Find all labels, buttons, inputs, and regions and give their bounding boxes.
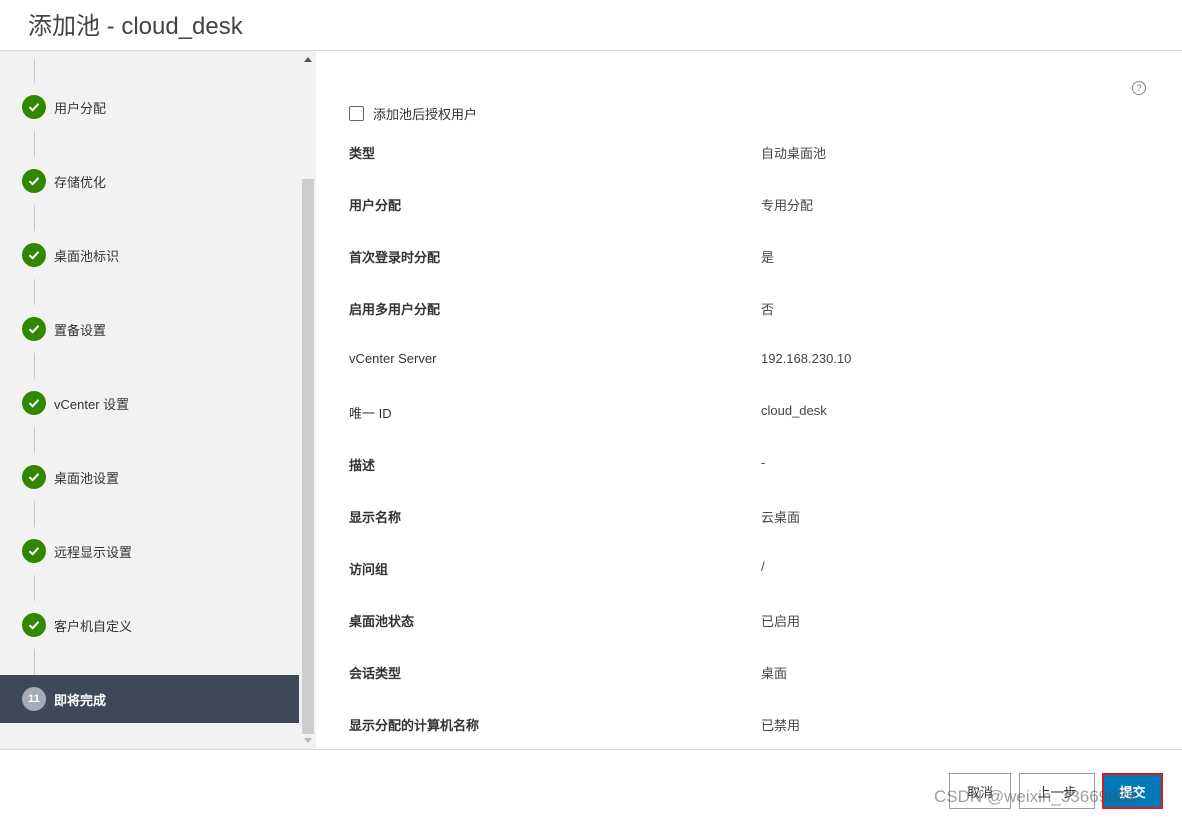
step-ready-to-complete[interactable]: 11 即将完成 bbox=[0, 675, 299, 723]
detail-key: 显示名称 bbox=[349, 510, 402, 525]
detail-key: 唯一 ID bbox=[349, 406, 392, 421]
step-connector bbox=[34, 353, 35, 379]
wizard-steps-sidebar: 用户分配 存储优化 桌面池标识 置备设置 vCenter 设置 桌面池设置 远程… bbox=[0, 51, 316, 749]
detail-key: 类型 bbox=[349, 146, 376, 161]
entitle-users-option[interactable]: 添加池后授权用户 bbox=[349, 104, 477, 123]
scroll-up-arrow-icon[interactable] bbox=[304, 57, 312, 62]
step-vcenter-settings[interactable]: vCenter 设置 bbox=[0, 379, 299, 427]
step-label: vCenter 设置 bbox=[54, 396, 130, 412]
detail-key: 启用多用户分配 bbox=[349, 302, 441, 317]
detail-value: 否 bbox=[761, 302, 775, 317]
check-icon bbox=[22, 613, 46, 637]
step-label: 桌面池设置 bbox=[54, 470, 120, 486]
summary-panel: ? 添加池后授权用户 类型 自动桌面池 用户分配 专用分配 首次登录时分配 是 … bbox=[317, 51, 1182, 749]
detail-key: 会话类型 bbox=[349, 666, 402, 681]
step-connector bbox=[34, 575, 35, 601]
step-label: 存储优化 bbox=[54, 174, 107, 190]
detail-row: 访问组 / bbox=[349, 559, 1149, 579]
detail-key: 用户分配 bbox=[349, 198, 402, 213]
step-connector bbox=[34, 427, 35, 453]
step-connector bbox=[34, 205, 35, 231]
detail-row: 描述 - bbox=[349, 455, 1149, 475]
detail-row: 首次登录时分配 是 bbox=[349, 247, 1149, 267]
detail-row: 桌面池状态 已启用 bbox=[349, 611, 1149, 631]
step-user-assignment[interactable]: 用户分配 bbox=[0, 83, 299, 131]
step-storage-optimization[interactable]: 存储优化 bbox=[0, 157, 299, 205]
entitle-users-label[interactable]: 添加池后授权用户 bbox=[373, 104, 477, 123]
detail-key: 描述 bbox=[349, 458, 376, 473]
check-icon bbox=[22, 391, 46, 415]
detail-value: 已启用 bbox=[761, 614, 801, 629]
scroll-down-arrow-icon[interactable] bbox=[304, 738, 312, 743]
step-label: 远程显示设置 bbox=[54, 544, 133, 560]
detail-row: 类型 自动桌面池 bbox=[349, 143, 1149, 163]
step-provisioning-settings[interactable]: 置备设置 bbox=[0, 305, 299, 353]
detail-row: 会话类型 桌面 bbox=[349, 663, 1149, 683]
detail-value: 云桌面 bbox=[761, 510, 801, 525]
detail-value: 桌面 bbox=[761, 666, 788, 681]
step-connector bbox=[34, 501, 35, 527]
check-icon bbox=[22, 465, 46, 489]
step-label: 置备设置 bbox=[54, 322, 107, 338]
step-label: 桌面池标识 bbox=[54, 248, 120, 264]
check-icon bbox=[22, 243, 46, 267]
step-remote-display-settings[interactable]: 远程显示设置 bbox=[0, 527, 299, 575]
step-pool-settings[interactable]: 桌面池设置 bbox=[0, 453, 299, 501]
check-icon bbox=[22, 317, 46, 341]
detail-row: 用户分配 专用分配 bbox=[349, 195, 1149, 215]
detail-key: vCenter Server bbox=[349, 351, 437, 366]
detail-value: 是 bbox=[761, 250, 775, 265]
step-label: 即将完成 bbox=[54, 692, 107, 708]
detail-value: - bbox=[761, 455, 766, 470]
step-connector bbox=[34, 131, 35, 157]
check-icon bbox=[22, 169, 46, 193]
detail-row: 显示名称 云桌面 bbox=[349, 507, 1149, 527]
detail-value: 自动桌面池 bbox=[761, 146, 827, 161]
check-icon bbox=[22, 95, 46, 119]
step-label: 客户机自定义 bbox=[54, 618, 133, 634]
step-connector bbox=[34, 279, 35, 305]
detail-value: 专用分配 bbox=[761, 198, 814, 213]
detail-row: 显示分配的计算机名称 已禁用 bbox=[349, 715, 1149, 735]
detail-value: cloud_desk bbox=[761, 403, 827, 418]
detail-row: 启用多用户分配 否 bbox=[349, 299, 1149, 319]
step-pool-identification[interactable]: 桌面池标识 bbox=[0, 231, 299, 279]
step-connector bbox=[34, 59, 35, 83]
detail-value: 已禁用 bbox=[761, 718, 801, 733]
page-title: 添加池 - cloud_desk bbox=[28, 13, 243, 40]
scrollbar-thumb[interactable] bbox=[302, 179, 314, 734]
sidebar-scrollbar[interactable] bbox=[301, 51, 315, 749]
detail-row: 唯一 ID cloud_desk bbox=[349, 403, 1149, 423]
detail-key: 桌面池状态 bbox=[349, 614, 415, 629]
detail-row: vCenter Server 192.168.230.10 bbox=[349, 351, 1149, 371]
check-icon bbox=[22, 539, 46, 563]
wizard-frame: 用户分配 存储优化 桌面池标识 置备设置 vCenter 设置 桌面池设置 远程… bbox=[0, 50, 1182, 750]
detail-key: 访问组 bbox=[349, 562, 389, 577]
step-number-badge: 11 bbox=[22, 687, 46, 711]
detail-value: / bbox=[761, 559, 765, 574]
detail-key: 显示分配的计算机名称 bbox=[349, 718, 480, 733]
step-guest-customization[interactable]: 客户机自定义 bbox=[0, 601, 299, 649]
entitle-users-checkbox[interactable] bbox=[349, 106, 364, 121]
help-icon[interactable]: ? bbox=[1132, 81, 1146, 95]
step-connector bbox=[34, 649, 35, 675]
detail-key: 首次登录时分配 bbox=[349, 250, 441, 265]
detail-value: 192.168.230.10 bbox=[761, 351, 852, 366]
step-label: 用户分配 bbox=[54, 100, 107, 116]
watermark-text: CSDN @weixin_33669839 bbox=[934, 787, 1137, 806]
